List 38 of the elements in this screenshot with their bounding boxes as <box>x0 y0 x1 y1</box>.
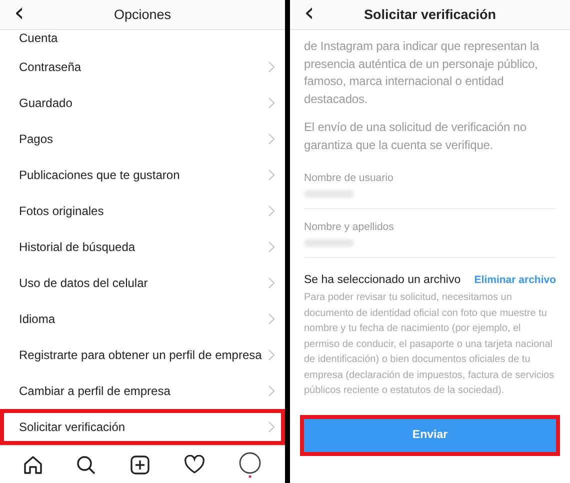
home-icon[interactable] <box>22 454 43 474</box>
intro-paragraph: de Instagram para indicar que representan la presencia auténtica de un personaje público, famoso, marca internacional o entidad destacados. <box>304 38 540 108</box>
menu-item[interactable]: Solicitar verificación <box>0 409 285 445</box>
back-button[interactable]: ‹ <box>300 0 318 26</box>
chevron-icon <box>268 205 275 217</box>
field-label: Nombre y apellidos <box>304 221 395 233</box>
menu-item[interactable]: Cambiar a perfil de empresa <box>0 373 285 409</box>
chevron-icon <box>268 61 275 73</box>
file-status: Se ha seleccionado un archivo <box>304 274 461 286</box>
chevron-icon <box>268 241 275 253</box>
chevron-icon <box>268 97 275 109</box>
add-icon[interactable] <box>130 454 150 474</box>
menu-item[interactable]: Contraseña <box>0 49 285 85</box>
chevron-icon <box>268 133 275 145</box>
menu-item[interactable]: Fotos originales <box>0 193 285 229</box>
menu-item[interactable]: Publicaciones que te gustaron <box>0 157 285 193</box>
chevron-icon <box>268 421 275 433</box>
screen-title: Solicitar verificación <box>364 7 496 22</box>
heart-icon[interactable] <box>184 455 205 474</box>
menu-item[interactable]: Registrarte para obtener un perfil de empresa <box>0 337 285 373</box>
chevron-icon <box>268 277 275 289</box>
search-icon[interactable] <box>76 454 96 474</box>
section-heading: Cuenta <box>18 30 59 47</box>
menu-item[interactable]: Idioma <box>0 301 285 337</box>
field-label: Nombre de usuario <box>304 172 394 184</box>
menu-item[interactable]: Historial de búsqueda <box>0 229 285 265</box>
avatar-icon[interactable] <box>238 452 262 478</box>
menu-item[interactable]: Uso de datos del celular <box>0 265 285 301</box>
help-paragraph: Para poder revisar tu solicitud, necesitamos un documento de identidad oficial con foto que muestre tu nombre y tu fecha de nacimiento (por ejemplo, el permiso de conducir, el pasaporte o una tarjeta nacional de identificación) o bien documentos oficiales de tu empresa (declaración de impuestos, factura de servicios públicos reciente o estatutos de la sociedad). <box>304 291 556 398</box>
chevron-icon <box>268 385 275 397</box>
menu-item[interactable]: Pagos <box>0 121 285 157</box>
chevron-icon <box>268 313 275 325</box>
notice-paragraph: El envío de una solicitud de verificación no garantiza que la cuenta se verifique. <box>304 119 528 154</box>
chevron-icon <box>268 169 275 181</box>
menu-item[interactable]: Guardado <box>0 85 285 121</box>
screen-title: Opciones <box>114 7 172 22</box>
chevron-icon <box>268 349 275 361</box>
back-button[interactable]: ‹ <box>10 0 28 26</box>
